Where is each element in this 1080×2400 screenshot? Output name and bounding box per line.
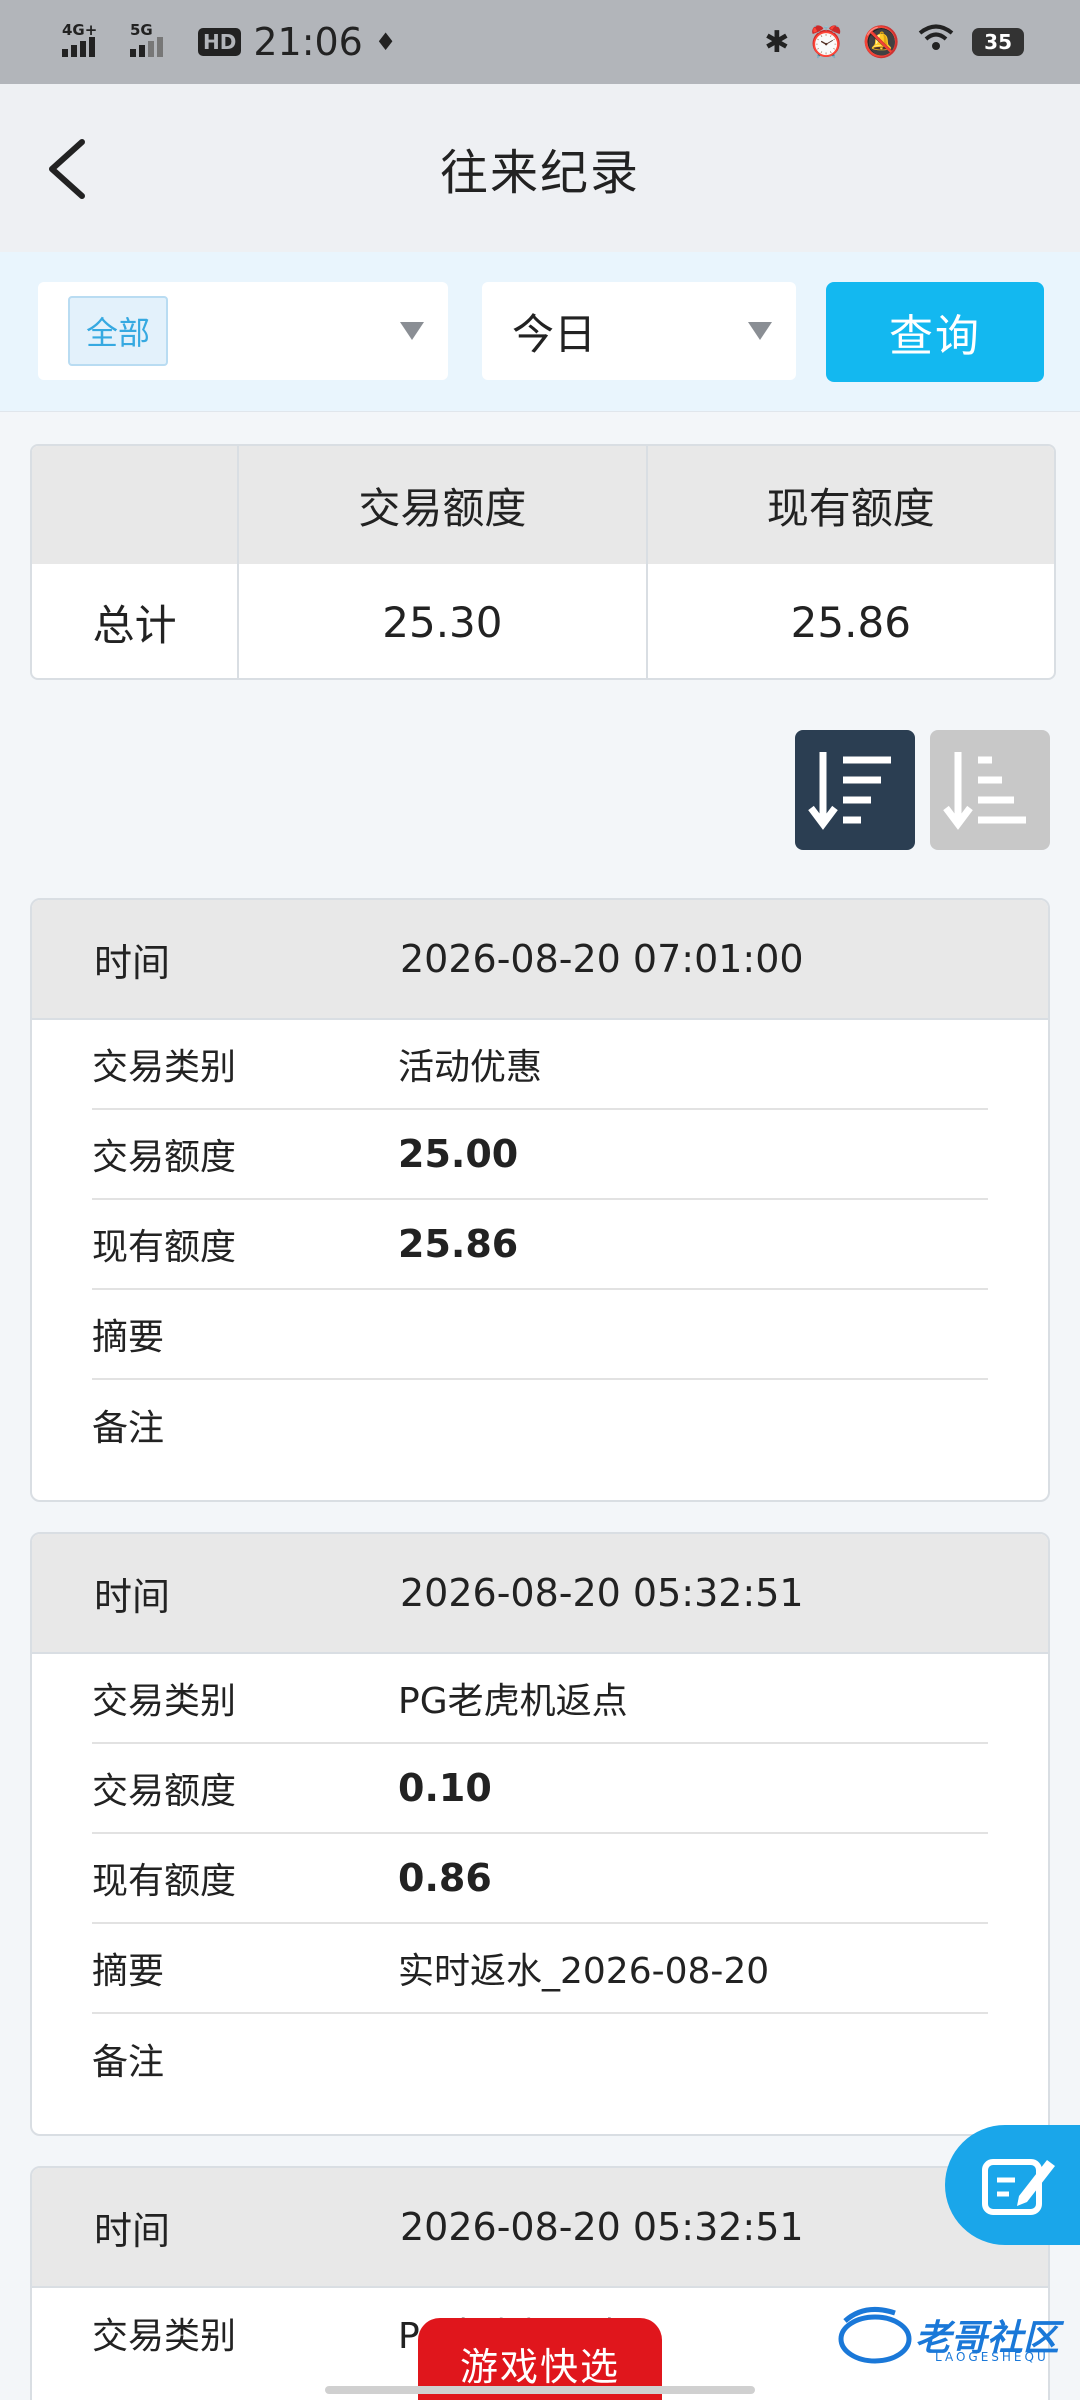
- status-bar: 4G+ 5G HD 21:06 ♦ ✱ ⏰ 🔕 35: [0, 0, 1080, 84]
- record-amount-value: 25.00: [398, 1132, 519, 1176]
- record-summary-label: 摘要: [92, 1951, 165, 1992]
- record-type-label: 交易类别: [92, 1681, 237, 1722]
- summary-header-current: 现有额度: [766, 483, 935, 533]
- record-time-value: 2026-08-20 07:01:00: [400, 937, 804, 981]
- query-button[interactable]: 查询: [826, 282, 1044, 382]
- sort-ascending-icon: [943, 752, 1026, 830]
- record-summary-label: 摘要: [92, 1317, 165, 1358]
- hd-icon: HD: [198, 28, 242, 56]
- summary-header-blank: [32, 446, 240, 564]
- signal-5g-icon: 5G: [130, 21, 186, 57]
- record-time-label: 时间: [94, 2208, 171, 2253]
- watermark-subtext: LAOGESHEQU: [935, 2350, 1049, 2364]
- back-button[interactable]: [40, 134, 100, 204]
- record-balance-label: 现有额度: [92, 1227, 237, 1268]
- record-time-label: 时间: [94, 1574, 171, 1619]
- filter-bar: 全部 今日 查询: [0, 252, 1080, 412]
- summary-total-label: 总计: [32, 564, 240, 678]
- record-type-row: 交易类别 活动优惠: [92, 1020, 988, 1110]
- record-time-row: 时间 2026-08-20 05:32:51: [32, 2168, 1048, 2288]
- alarm-icon: ⏰: [807, 24, 845, 60]
- page-title: 往来纪录: [439, 145, 640, 201]
- home-indicator[interactable]: [325, 2386, 755, 2394]
- caret-down-icon: [400, 322, 424, 340]
- record-note-row: 备注: [92, 2014, 988, 2104]
- sort-descending-button[interactable]: [795, 730, 915, 850]
- signal-4g-icon: 4G+: [62, 21, 118, 57]
- mute-icon: 🔕: [862, 24, 901, 60]
- summary-table: 交易额度 现有额度 总计 25.30 25.86: [30, 444, 1056, 680]
- record-time-row: 时间 2026-08-20 05:32:51: [32, 1534, 1048, 1654]
- record-note-row: 备注: [92, 1380, 988, 1470]
- record-balance-row: 现有额度 25.86: [92, 1200, 988, 1290]
- record-type-value: 活动优惠: [398, 1047, 543, 1088]
- record-amount-row: 交易额度 25.00: [92, 1110, 988, 1200]
- caret-down-icon: [748, 322, 772, 340]
- notification-icon: ♦: [374, 28, 397, 56]
- record-amount-value: 0.10: [398, 1766, 492, 1810]
- record-type-row: 交易类别 PG老虎机返点: [92, 1654, 988, 1744]
- record-summary-row: 摘要 实时返水_2026-08-20: [92, 1924, 988, 2014]
- record-time-label: 时间: [94, 940, 171, 985]
- record-balance-value: 25.86: [398, 1222, 519, 1266]
- app-header: 往来纪录: [0, 84, 1080, 252]
- summary-header-trade: 交易额度: [239, 446, 648, 564]
- type-select[interactable]: 全部: [38, 282, 448, 380]
- record-summary-row: 摘要: [92, 1290, 988, 1380]
- wifi-icon: [918, 24, 954, 60]
- watermark-logo: 老哥社区 LAOGESHEQU: [835, 2300, 1065, 2370]
- record-balance-value: 0.86: [398, 1856, 492, 1900]
- record-amount-row: 交易额度 0.10: [92, 1744, 988, 1834]
- record-type-label: 交易类别: [92, 2316, 237, 2357]
- record-card: 时间 2026-08-20 07:01:00 交易类别 活动优惠 交易额度 25…: [30, 898, 1050, 1502]
- summary-current-amount: 25.86: [790, 597, 911, 647]
- type-select-value: 全部: [68, 296, 169, 366]
- record-time-value: 2026-08-20 05:32:51: [400, 1571, 804, 1615]
- sort-descending-icon: [808, 752, 891, 830]
- chevron-left-icon: [49, 139, 85, 199]
- record-note-label: 备注: [92, 1408, 165, 1449]
- summary-header-row: 交易额度 现有额度: [32, 446, 1054, 564]
- summary-total-row: 总计 25.30 25.86: [32, 564, 1054, 678]
- period-select[interactable]: 今日: [482, 282, 796, 380]
- sort-ascending-button[interactable]: [930, 730, 1050, 850]
- record-card: 时间 2026-08-20 05:32:51 交易类别 PG老虎机返点 交易额度…: [30, 1532, 1050, 2136]
- record-time-value: 2026-08-20 05:32:51: [400, 2205, 804, 2249]
- clock: 21:06: [253, 20, 363, 64]
- record-time-row: 时间 2026-08-20 07:01:00: [32, 900, 1048, 1020]
- bluetooth-icon: ✱: [764, 24, 790, 60]
- summary-trade-amount: 25.30: [239, 564, 648, 678]
- dragon-logo-icon: [838, 2306, 912, 2364]
- record-note-label: 备注: [92, 2042, 165, 2083]
- battery-icon: 35: [972, 28, 1024, 56]
- record-type-label: 交易类别: [92, 1047, 237, 1088]
- record-balance-label: 现有额度: [92, 1861, 237, 1902]
- record-amount-label: 交易额度: [92, 1771, 237, 1812]
- record-amount-label: 交易额度: [92, 1137, 237, 1178]
- record-type-value: PG老虎机返点: [398, 1681, 628, 1722]
- floating-edit-button[interactable]: [945, 2125, 1080, 2245]
- edit-icon: [982, 2159, 1055, 2215]
- record-balance-row: 现有额度 0.86: [92, 1834, 988, 1924]
- period-select-value: 今日: [512, 309, 597, 359]
- record-summary-value: 实时返水_2026-08-20: [398, 1951, 770, 1992]
